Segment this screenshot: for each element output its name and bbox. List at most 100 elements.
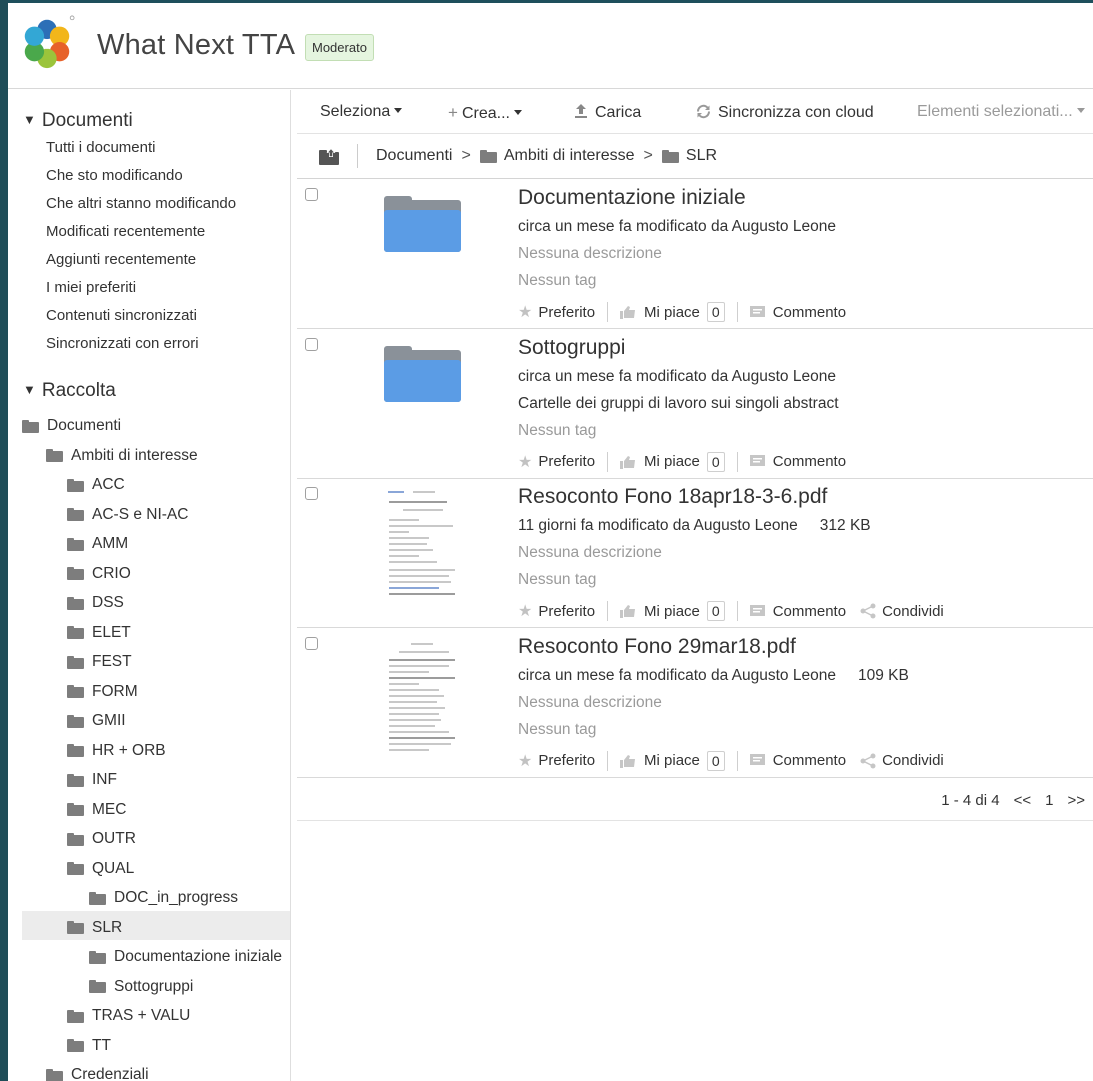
filter-link[interactable]: Che sto modificando (46, 167, 183, 184)
document-title[interactable]: Sottogruppi (518, 336, 625, 360)
tree-item[interactable]: TRAS + VALU (67, 1004, 190, 1028)
share-action[interactable]: Condividi (860, 603, 944, 620)
tree-item[interactable]: ELET (67, 621, 131, 645)
like-count: 0 (706, 750, 725, 771)
tree-item[interactable]: QUAL (67, 857, 134, 881)
document-description: Cartelle dei gruppi di lavoro sui singol… (518, 394, 839, 412)
select-checkbox[interactable] (305, 188, 318, 201)
tree-item[interactable]: INF (67, 768, 117, 792)
share-label: Condividi (882, 602, 944, 620)
sync-cloud-button[interactable]: Sincronizza con cloud (695, 103, 874, 122)
tree-item-label: HR + ORB (92, 741, 166, 759)
folder-icon (67, 744, 84, 757)
comment-action[interactable]: Commento (749, 603, 846, 620)
document-title[interactable]: Resoconto Fono 29mar18.pdf (518, 635, 796, 659)
pdf-text-line (389, 561, 437, 563)
folder-icon (67, 921, 84, 934)
folder-icon (479, 149, 497, 163)
tree-item[interactable]: CRIO (67, 562, 131, 586)
like-action[interactable]: Mi piace 0 (620, 750, 725, 771)
tree-item[interactable]: DOC_in_progress (89, 886, 238, 910)
favorite-action[interactable]: ★ Preferito (518, 751, 595, 771)
comment-action[interactable]: Commento (749, 453, 846, 470)
tree-item[interactable]: Documenti (22, 414, 121, 438)
select-menu-button[interactable]: Seleziona (320, 103, 403, 121)
create-menu-button[interactable]: + Crea... (448, 103, 522, 123)
site-title[interactable]: What Next TTA (97, 29, 295, 62)
filter-link[interactable]: Aggiunti recentemente (46, 251, 196, 268)
document-title[interactable]: Resoconto Fono 18apr18-3-6.pdf (518, 485, 827, 509)
pdf-thumbnail[interactable] (383, 489, 465, 605)
pdf-text-line (389, 676, 455, 679)
filter-link[interactable]: Contenuti sincronizzati (46, 307, 197, 324)
like-action[interactable]: Mi piace 0 (620, 601, 725, 621)
tree-item[interactable]: DSS (67, 591, 124, 615)
pagination-next[interactable]: >> (1067, 792, 1085, 809)
selected-items-menu[interactable]: Elementi selezionati... (917, 103, 1085, 121)
breadcrumb-root[interactable]: Documenti (376, 147, 452, 165)
folder-icon (67, 537, 84, 551)
tree-item[interactable]: FORM (67, 680, 138, 704)
tree-item[interactable]: GMII (67, 709, 126, 733)
tree-item[interactable]: MEC (67, 798, 126, 822)
tree-item[interactable]: AMM (67, 532, 128, 556)
like-action[interactable]: Mi piace 0 (620, 302, 725, 322)
tree-item[interactable]: TT (67, 1034, 111, 1058)
favorite-action[interactable]: ★ Preferito (518, 302, 595, 322)
share-icon (860, 753, 876, 768)
pdf-text-line (389, 706, 445, 709)
pdf-text-line (389, 736, 455, 739)
tree-item[interactable]: AC-S e NI-AC (67, 503, 188, 527)
select-checkbox[interactable] (305, 337, 318, 351)
logo-icon[interactable] (18, 12, 76, 74)
library-heading[interactable]: ▼ Raccolta (23, 380, 116, 402)
folder-icon[interactable] (384, 345, 461, 402)
comment-action[interactable]: Commento (749, 752, 846, 769)
pdf-text-line (403, 509, 443, 511)
like-action[interactable]: Mi piace 0 (620, 451, 725, 472)
share-action[interactable]: Condividi (860, 752, 944, 769)
filter-link[interactable]: Sincronizzati con errori (46, 335, 199, 352)
pagination-prev[interactable]: << (1014, 792, 1032, 809)
filter-link[interactable]: Tutti i documenti (46, 139, 156, 156)
tree-item[interactable]: Sottogruppi (89, 975, 193, 999)
action-separator (736, 451, 738, 472)
breadcrumb-bar: Documenti > Ambiti di interesse > SLR (297, 134, 1093, 179)
pdf-thumbnail[interactable] (383, 638, 465, 755)
tree-item[interactable]: FEST (67, 650, 132, 674)
tree-item[interactable]: Documentazione iniziale (89, 945, 282, 969)
tree-item[interactable]: Ambiti di interesse (46, 444, 198, 468)
filter-link[interactable]: I miei preferiti (46, 279, 136, 296)
filter-link[interactable]: Modificati recentemente (46, 223, 205, 240)
select-menu-label: Seleziona (320, 103, 391, 120)
like-label: Mi piace (644, 602, 700, 620)
favorite-action[interactable]: ★ Preferito (518, 452, 595, 472)
breadcrumb-divider (357, 144, 358, 168)
tree-item[interactable]: OUTR (67, 827, 136, 851)
star-icon: ★ (518, 453, 533, 471)
tree-item[interactable]: ACC (67, 473, 125, 497)
selected-items-label: Elementi selezionati... (917, 103, 1073, 120)
favorite-action[interactable]: ★ Preferito (518, 601, 595, 621)
pagination-page[interactable]: 1 (1045, 792, 1053, 809)
comment-action[interactable]: Commento (749, 304, 846, 321)
filter-link[interactable]: Che altri stanno modificando (46, 195, 236, 212)
folder-up-icon[interactable] (319, 147, 339, 165)
documents-filter-heading[interactable]: ▼ Documenti (23, 110, 133, 132)
pdf-text-line (389, 575, 449, 577)
tree-item[interactable]: SLR (67, 916, 122, 940)
tree-item[interactable]: HR + ORB (67, 739, 166, 763)
document-title[interactable]: Documentazione iniziale (518, 186, 746, 210)
select-checkbox[interactable] (305, 636, 318, 650)
breadcrumb-item-ambiti[interactable]: Ambiti di interesse (504, 147, 635, 165)
document-meta: circa un mese fa modificato da Augusto L… (518, 368, 836, 386)
upload-button[interactable]: Carica (573, 103, 641, 122)
folder-icon[interactable] (384, 196, 461, 252)
tree-item-label: TRAS + VALU (92, 1007, 191, 1024)
tree-item[interactable]: Credenziali (46, 1063, 149, 1081)
pdf-text-line (389, 549, 433, 551)
pdf-text-line (389, 694, 444, 697)
comment-icon (749, 754, 765, 765)
folder-icon (67, 803, 84, 816)
select-checkbox[interactable] (305, 487, 318, 500)
